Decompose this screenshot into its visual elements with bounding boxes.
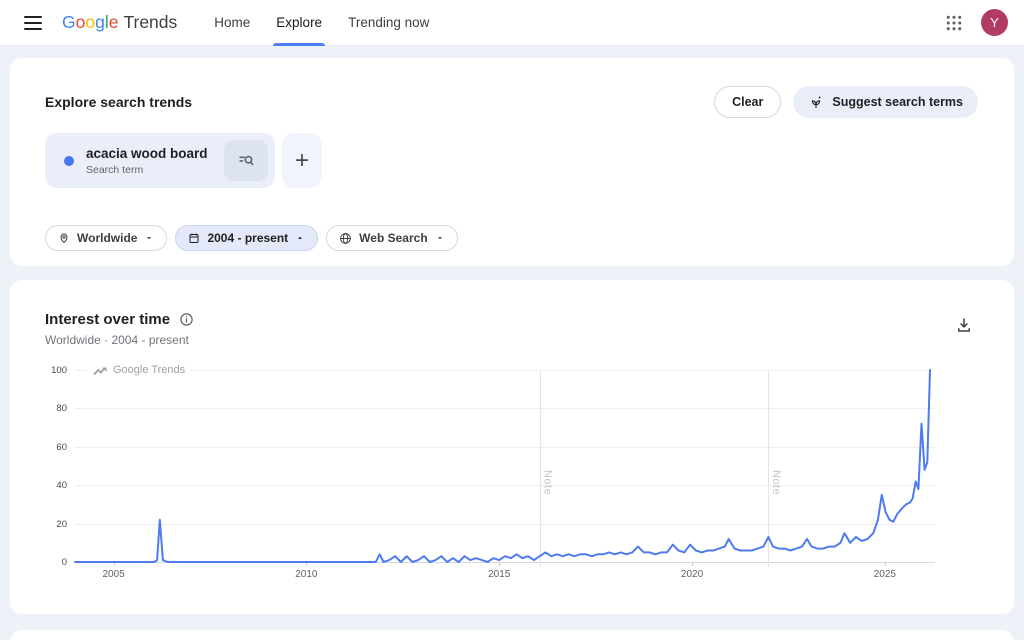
series-color-dot xyxy=(64,156,74,166)
spark-icon xyxy=(808,94,824,110)
page-title: Explore search trends xyxy=(45,94,192,110)
interest-line-series xyxy=(75,370,935,562)
chevron-down-icon xyxy=(295,233,305,243)
search-term-chip[interactable]: acacia wood board Search term xyxy=(45,133,275,188)
download-button[interactable] xyxy=(952,313,976,337)
term-text: acacia wood board Search term xyxy=(86,146,208,176)
nav-tab-home[interactable]: Home xyxy=(201,0,263,46)
y-tick-label: 40 xyxy=(37,480,67,491)
y-tick-label: 80 xyxy=(37,403,67,414)
menu-hamburger-icon[interactable] xyxy=(16,6,50,40)
chart-subtitle: Worldwide · 2004 - present xyxy=(45,333,189,347)
header-right: Y xyxy=(940,9,1008,37)
explore-actions: Clear Suggest search terms xyxy=(714,86,978,118)
clear-button[interactable]: Clear xyxy=(714,86,781,118)
y-tick-label: 20 xyxy=(37,519,67,530)
y-tick-label: 100 xyxy=(37,365,67,376)
x-tick-label: 2020 xyxy=(670,569,714,580)
plot-area[interactable]: Google Trends 02040608010020052010201520… xyxy=(75,370,935,562)
logo-trends: Trends xyxy=(123,12,177,33)
search-term-type: Search term xyxy=(86,164,208,176)
x-tick-label: 2025 xyxy=(863,569,907,580)
info-icon[interactable] xyxy=(179,312,194,327)
explore-card: Explore search trends Clear Suggest sear… xyxy=(10,58,1014,266)
chevron-down-icon xyxy=(435,233,445,243)
manage-search-icon xyxy=(237,151,256,170)
google-trends-page: Google Trends Home Explore Trending now … xyxy=(0,0,1024,640)
globe-icon xyxy=(339,232,352,245)
avatar[interactable]: Y xyxy=(981,9,1008,36)
chevron-down-icon xyxy=(144,233,154,243)
apps-grid-icon[interactable] xyxy=(940,9,968,37)
x-tick-label: 2010 xyxy=(284,569,328,580)
filter-chip-location[interactable]: Worldwide xyxy=(45,225,167,251)
chart-title: Interest over time xyxy=(45,311,170,328)
nav-tab-trending-now[interactable]: Trending now xyxy=(335,0,442,46)
chart-title-row: Interest over time xyxy=(45,311,194,328)
interest-over-time-card: Interest over time Worldwide · 2004 - pr… xyxy=(10,280,1014,614)
calendar-icon xyxy=(188,232,200,244)
filter-bar: Worldwide 2004 - present Web Search xyxy=(45,225,458,251)
y-tick-label: 60 xyxy=(37,442,67,453)
download-icon xyxy=(955,316,973,334)
search-term-value: acacia wood board xyxy=(86,146,208,161)
x-tick-label: 2005 xyxy=(92,569,136,580)
google-trends-logo[interactable]: Google Trends xyxy=(62,12,177,33)
logo-google: Google xyxy=(62,12,118,33)
filter-chip-time-range[interactable]: 2004 - present xyxy=(175,225,318,251)
app-header: Google Trends Home Explore Trending now … xyxy=(0,0,1024,46)
main-nav: Home Explore Trending now xyxy=(201,0,442,46)
add-comparison-button[interactable]: + xyxy=(282,133,322,188)
next-card xyxy=(10,630,1014,640)
suggest-search-terms-button[interactable]: Suggest search terms xyxy=(793,86,978,118)
filter-chip-search-type[interactable]: Web Search xyxy=(326,225,457,251)
edit-search-button[interactable] xyxy=(224,140,268,181)
y-tick-label: 0 xyxy=(37,557,67,568)
x-tick-label: 2015 xyxy=(477,569,521,580)
filter-time-label: 2004 - present xyxy=(207,231,288,245)
suggest-label: Suggest search terms xyxy=(832,95,963,109)
location-pin-icon xyxy=(58,232,70,244)
nav-tab-explore[interactable]: Explore xyxy=(263,0,335,46)
filter-search-type-label: Web Search xyxy=(359,231,427,245)
filter-location-label: Worldwide xyxy=(77,231,137,245)
